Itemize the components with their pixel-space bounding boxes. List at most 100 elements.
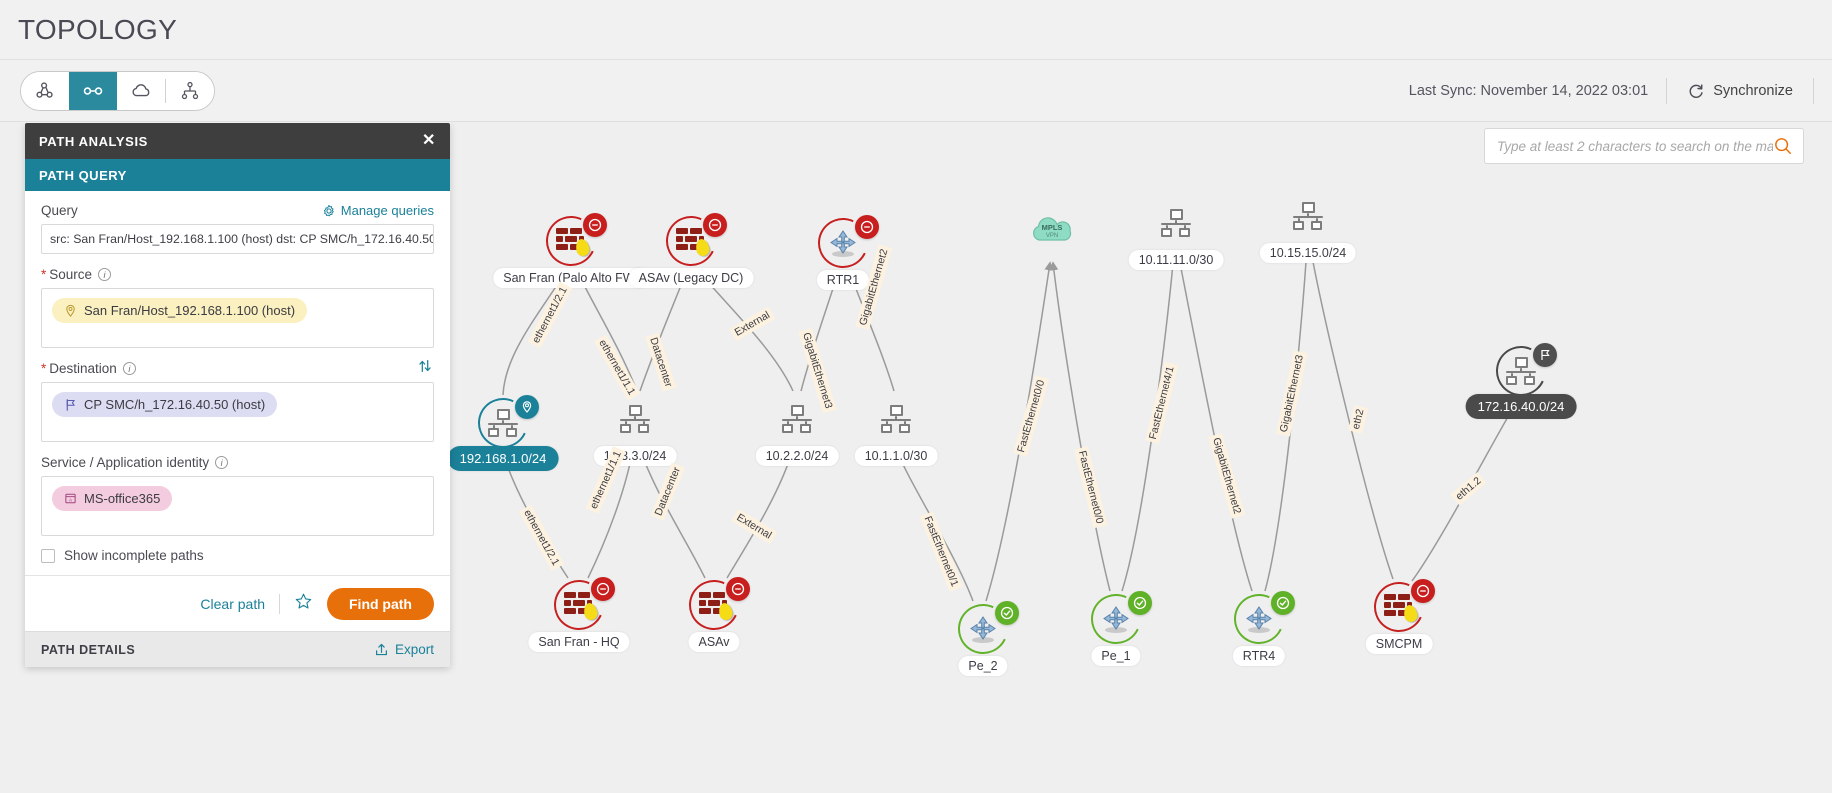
export-button[interactable]: Export <box>374 642 434 657</box>
source-token[interactable]: San Fran/Host_192.168.1.100 (host) <box>52 298 308 323</box>
toolbar: Last Sync: November 14, 2022 03:01 Synch… <box>0 60 1832 122</box>
status-badge-blocked <box>583 213 607 237</box>
subnet-icon <box>1159 206 1193 240</box>
clear-path-link[interactable]: Clear path <box>200 596 265 612</box>
info-icon[interactable]: i <box>122 362 136 375</box>
source-field[interactable]: San Fran/Host_192.168.1.100 (host) <box>41 288 434 348</box>
show-incomplete-paths-label: Show incomplete paths <box>64 548 204 563</box>
path-query-header: PATH QUERY <box>25 159 450 191</box>
info-icon[interactable]: i <box>215 456 229 469</box>
status-badge-source <box>515 395 539 419</box>
path-query-title: PATH QUERY <box>39 167 127 183</box>
check-circle-icon <box>1133 596 1147 610</box>
destination-token-label: CP SMC/h_172.16.40.50 (host) <box>84 397 266 412</box>
query-value: src: San Fran/Host_192.168.1.100 (host) … <box>50 232 434 246</box>
last-sync-text: Last Sync: November 14, 2022 03:01 <box>1408 82 1649 99</box>
synchronize-button[interactable]: Synchronize <box>1667 82 1813 100</box>
node-label: RTR4 <box>1232 646 1286 666</box>
page-title: TOPOLOGY <box>18 13 178 45</box>
node-label: 10.15.15.0/24 <box>1259 243 1357 263</box>
node-label: SMCPM <box>1365 634 1433 654</box>
status-badge-blocked <box>703 213 727 237</box>
app-icon: A <box>65 493 76 504</box>
query-row: Query Manage queries <box>41 203 434 218</box>
topology-view-button[interactable] <box>21 71 69 110</box>
manage-queries-link[interactable]: Manage queries <box>322 203 434 218</box>
hierarchy-view-button[interactable] <box>166 71 214 110</box>
subnet-icon <box>879 402 913 436</box>
divider <box>1813 77 1814 104</box>
status-badge-blocked <box>591 577 615 601</box>
destination-field[interactable]: CP SMC/h_172.16.40.50 (host) <box>41 382 434 442</box>
panel-body: Query Manage queries src: San Fran/Host_… <box>25 191 450 575</box>
path-analysis-panel: PATH ANALYSIS ✕ PATH QUERY Query Manage … <box>25 123 450 667</box>
cloud-icon: MPLS VPN <box>1026 212 1078 251</box>
path-details-title: PATH DETAILS <box>41 642 136 657</box>
subnet-icon <box>1291 199 1325 233</box>
page-header: TOPOLOGY <box>0 0 1832 60</box>
minus-circle-icon <box>1416 584 1430 598</box>
service-token[interactable]: A MS-office365 <box>52 486 173 511</box>
flag-icon <box>66 398 75 411</box>
svg-text:A: A <box>69 497 73 502</box>
node-label: San Fran - HQ <box>528 632 630 652</box>
synchronize-label: Synchronize <box>1713 82 1793 99</box>
query-input[interactable]: src: San Fran/Host_192.168.1.100 (host) … <box>41 224 434 254</box>
topology-map[interactable]: San Fran (Palo Alto FW) ASAv (Legacy DC) <box>0 123 1832 793</box>
node-label: 192.168.1.0/24 <box>447 446 559 471</box>
node-label: 172.16.40.0/24 <box>1465 394 1577 419</box>
location-pin-icon <box>522 401 532 413</box>
subnet-icon <box>618 402 652 436</box>
view-mode-switch[interactable] <box>20 70 215 111</box>
map-search[interactable] <box>1484 128 1804 164</box>
show-incomplete-paths-checkbox[interactable] <box>41 548 55 563</box>
source-label: * Source <box>41 267 93 282</box>
minus-circle-icon <box>708 218 722 232</box>
check-circle-icon <box>1276 596 1290 610</box>
query-label: Query <box>41 203 78 218</box>
path-view-button[interactable] <box>69 71 117 110</box>
info-icon[interactable]: i <box>98 268 112 281</box>
source-field-header: * Source i <box>41 267 434 282</box>
minus-circle-icon <box>860 220 874 234</box>
minus-circle-icon <box>731 582 745 596</box>
cloud-icon <box>132 83 150 96</box>
cloud-view-button[interactable] <box>117 71 165 110</box>
service-field[interactable]: A MS-office365 <box>41 476 434 536</box>
header-right: Last Sync: November 14, 2022 03:01 Synch… <box>1409 60 1814 121</box>
subnet-icon <box>780 402 814 436</box>
path-details-footer: PATH DETAILS Export <box>25 631 450 667</box>
hierarchy-icon <box>181 81 199 99</box>
upload-icon <box>375 643 387 656</box>
service-token-label: MS-office365 <box>84 491 161 506</box>
show-incomplete-paths-row[interactable]: Show incomplete paths <box>41 548 434 575</box>
destination-token[interactable]: CP SMC/h_172.16.40.50 (host) <box>52 392 278 417</box>
service-field-header: Service / Application identity i <box>41 455 434 470</box>
panel-actions: Clear path Find path <box>25 575 450 631</box>
status-badge-blocked <box>855 215 879 239</box>
close-icon[interactable]: ✕ <box>422 133 436 149</box>
node-label: ASAv (Legacy DC) <box>628 268 754 288</box>
graph-icon <box>36 81 53 98</box>
service-label: Service / Application identity <box>41 455 210 470</box>
link-icon <box>83 86 103 95</box>
svg-text:MPLS: MPLS <box>1042 223 1063 232</box>
star-icon[interactable] <box>294 592 313 616</box>
search-input[interactable] <box>1497 138 1773 154</box>
status-badge-ok <box>1128 591 1152 615</box>
refresh-icon <box>1689 83 1703 98</box>
node-label: ASAv <box>688 632 740 652</box>
node-label: Pe_1 <box>1091 646 1141 666</box>
swap-arrows-icon[interactable] <box>416 357 434 380</box>
find-path-button[interactable]: Find path <box>327 587 434 620</box>
search-icon[interactable] <box>1773 136 1793 156</box>
status-badge-destination <box>1533 343 1557 367</box>
node-label: 10.2.2.0/24 <box>755 446 839 466</box>
node-label: RTR1 <box>816 270 870 290</box>
node-label: 10.1.1.0/30 <box>854 446 938 466</box>
node-label: Pe_2 <box>958 656 1008 676</box>
manage-queries-label: Manage queries <box>340 203 434 218</box>
status-badge-ok <box>1271 591 1295 615</box>
status-badge-ok <box>995 601 1019 625</box>
node-label: 10.11.11.0/30 <box>1128 250 1224 270</box>
